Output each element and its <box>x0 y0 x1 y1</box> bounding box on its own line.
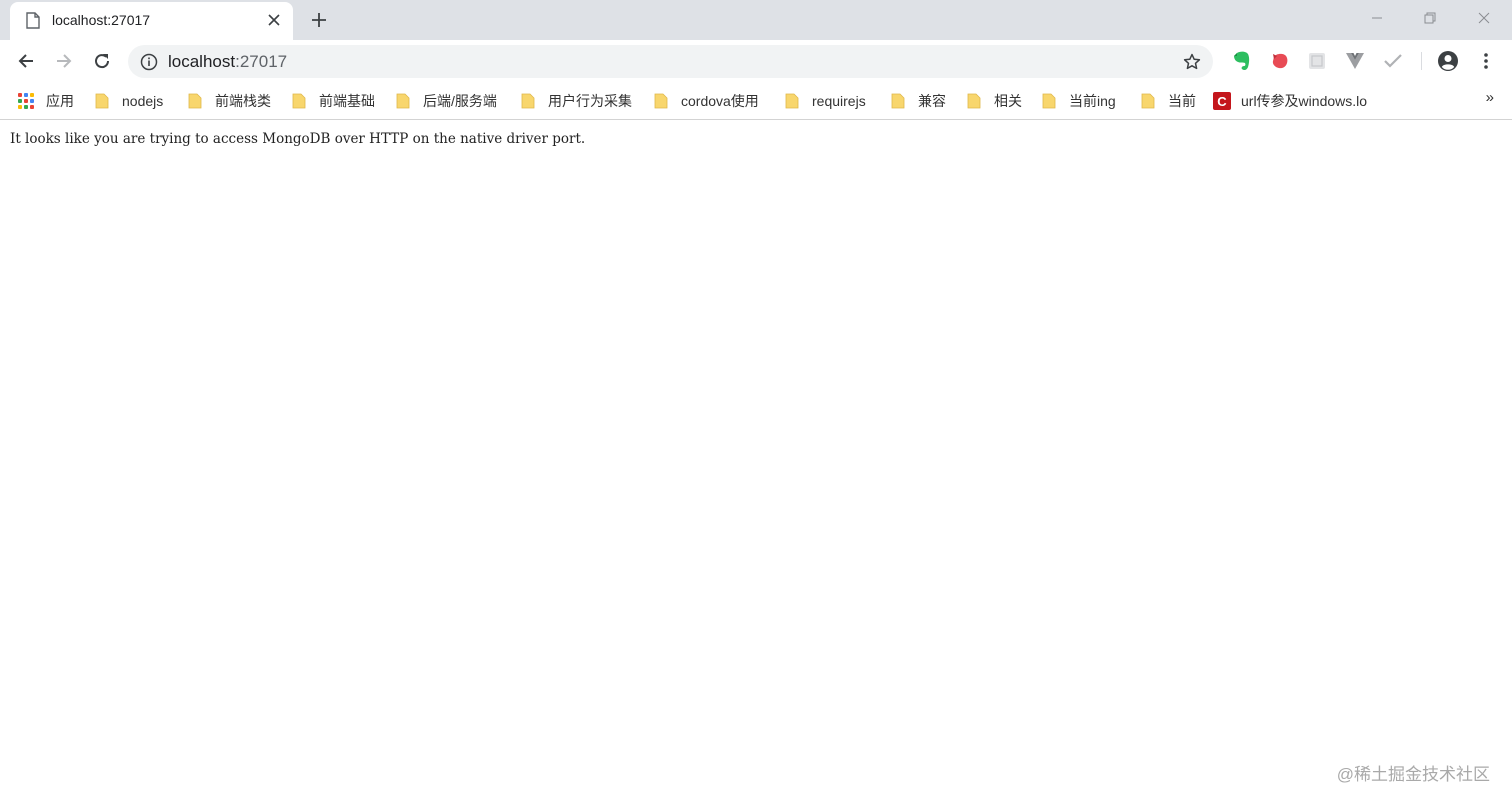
bookmark-label: 后端/服务端 <box>423 93 497 109</box>
bookmark-label: 当前 <box>1168 93 1196 109</box>
minimize-button[interactable] <box>1354 4 1400 32</box>
bookmark-folder-frontend-basics[interactable]: 前端基础 <box>291 89 375 113</box>
forward-arrow-icon <box>57 54 72 68</box>
bookmarks-overflow-button[interactable]: » <box>1486 89 1494 106</box>
bookmark-label: 前端栈类 <box>215 93 271 109</box>
grey-square-icon <box>1309 53 1325 69</box>
watermark: @稀土掘金技术社区 <box>1336 765 1490 784</box>
restore-icon <box>1424 12 1436 24</box>
bookmark-star-button[interactable] <box>1181 51 1203 73</box>
reload-button[interactable] <box>88 47 116 75</box>
folder-icon <box>1042 93 1056 109</box>
bookmark-label: nodejs <box>122 93 164 109</box>
url-text[interactable]: localhost:27017 <box>168 52 287 72</box>
url-port: :27017 <box>235 52 288 71</box>
vue-devtools-icon <box>1346 53 1364 69</box>
folder-icon <box>967 93 981 109</box>
bookmark-label: 当前ing <box>1069 93 1116 109</box>
new-tab-button[interactable] <box>306 7 332 33</box>
folder-icon <box>1141 93 1155 109</box>
forward-button[interactable] <box>50 47 78 75</box>
kebab-menu-icon <box>1484 53 1488 69</box>
vue-devtools-extension[interactable] <box>1343 49 1367 73</box>
bookmark-label: 用户行为采集 <box>548 93 632 109</box>
profile-button[interactable] <box>1436 49 1460 73</box>
apps-grid-icon <box>18 93 34 109</box>
bookmark-folder-cordova[interactable]: cordova使用 <box>653 89 759 113</box>
back-button[interactable] <box>12 47 40 75</box>
bookmark-label: 兼容 <box>918 93 946 109</box>
tab-strip: localhost:27017 <box>0 0 1512 40</box>
checkmark-icon <box>1384 54 1402 68</box>
c-logo-icon: C <box>1213 92 1231 110</box>
info-icon[interactable] <box>140 53 158 71</box>
bookmark-url-params[interactable]: C url传参及windows.lo <box>1213 89 1381 113</box>
bookmark-label: 应用 <box>46 93 74 109</box>
page-icon <box>26 12 40 29</box>
close-window-button[interactable] <box>1461 4 1507 32</box>
toolbar-separator <box>1421 52 1422 70</box>
bookmark-label: 相关 <box>994 93 1022 109</box>
evernote-icon <box>1234 51 1250 71</box>
star-icon <box>1183 53 1201 70</box>
account-icon <box>1438 51 1458 71</box>
bookmark-folder-current-ing[interactable]: 当前ing <box>1041 89 1116 113</box>
back-arrow-icon <box>18 54 33 68</box>
active-tab[interactable]: localhost:27017 <box>10 2 293 40</box>
grey-extension[interactable] <box>1305 49 1329 73</box>
tab-title: localhost:27017 <box>52 12 151 28</box>
folder-icon <box>396 93 410 109</box>
reload-icon <box>95 54 110 69</box>
minimize-icon <box>1372 17 1382 19</box>
bookmark-label: cordova使用 <box>681 93 759 109</box>
evernote-extension[interactable] <box>1230 49 1254 73</box>
bookmark-folder-frontend-stack[interactable]: 前端栈类 <box>187 89 271 113</box>
folder-icon <box>891 93 905 109</box>
bookmark-folder-current[interactable]: 当前 <box>1140 89 1196 113</box>
menu-button[interactable] <box>1474 49 1498 73</box>
red-extension[interactable] <box>1268 49 1292 73</box>
folder-icon <box>521 93 535 109</box>
folder-icon <box>654 93 668 109</box>
folder-icon <box>785 93 799 109</box>
bookmark-label: 前端基础 <box>319 93 375 109</box>
address-bar[interactable]: localhost:27017 <box>128 45 1213 78</box>
bookmark-folder-user-behavior[interactable]: 用户行为采集 <box>520 89 632 113</box>
folder-icon <box>292 93 306 109</box>
bookmark-apps[interactable]: 应用 <box>18 89 74 113</box>
folder-icon <box>188 93 202 109</box>
restore-button[interactable] <box>1407 4 1453 32</box>
toolbar: localhost:27017 <box>0 40 1512 83</box>
url-host: localhost <box>168 52 236 71</box>
bookmarks-bar: 应用 nodejs 前端栈类 前端基础 后端/服务端 用户行为采集 cordov… <box>0 83 1512 120</box>
checkmark-extension[interactable] <box>1381 49 1405 73</box>
red-blob-icon <box>1272 53 1288 69</box>
bookmark-folder-compat[interactable]: 兼容 <box>890 89 946 113</box>
bookmark-folder-nodejs[interactable]: nodejs <box>94 89 163 113</box>
bookmark-folder-requirejs[interactable]: requirejs <box>784 89 866 113</box>
close-tab-button[interactable] <box>264 10 284 30</box>
bookmark-folder-related[interactable]: 相关 <box>966 89 1022 113</box>
folder-icon <box>95 93 109 109</box>
close-icon <box>268 14 280 26</box>
bookmark-label: requirejs <box>812 93 866 109</box>
close-icon <box>1478 12 1490 24</box>
bookmark-folder-backend[interactable]: 后端/服务端 <box>395 89 497 113</box>
bookmark-label: url传参及windows.lo <box>1241 93 1368 109</box>
plus-icon <box>312 13 326 27</box>
page-message: It looks like you are trying to access M… <box>10 131 586 147</box>
